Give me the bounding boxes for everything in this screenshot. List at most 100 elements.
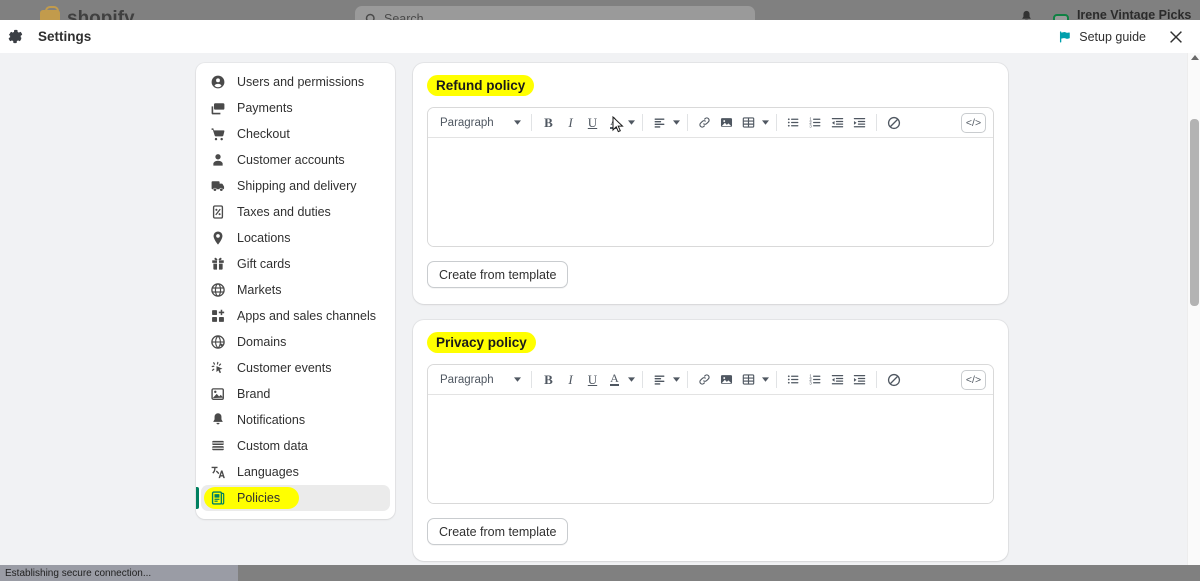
sidebar-item-users-and-permissions[interactable]: Users and permissions bbox=[201, 69, 390, 95]
image-icon[interactable] bbox=[716, 369, 737, 390]
text-color-icon[interactable]: A bbox=[604, 369, 625, 390]
clear-formatting-icon[interactable] bbox=[883, 112, 904, 133]
bulleted-list-icon[interactable] bbox=[783, 369, 804, 390]
sidebar-item-label: Checkout bbox=[237, 127, 290, 141]
editor-toolbar: Paragraph B I U A 1 2 3 </> bbox=[428, 108, 993, 138]
block-format-select[interactable]: Paragraph bbox=[433, 369, 525, 391]
user-circle-icon bbox=[209, 74, 226, 91]
numbered-list-icon[interactable]: 123 bbox=[805, 369, 826, 390]
numbered-list-icon[interactable]: 123 bbox=[805, 112, 826, 133]
sidebar-item-apps-and-sales-channels[interactable]: Apps and sales channels bbox=[201, 303, 390, 329]
outdent-icon[interactable] bbox=[827, 369, 848, 390]
text-color-dropdown-icon[interactable] bbox=[626, 369, 636, 390]
status-bar: Establishing secure connection... bbox=[0, 565, 238, 581]
sidebar-item-brand[interactable]: Brand bbox=[201, 381, 390, 407]
code-view-label: </> bbox=[965, 373, 982, 386]
indent-icon[interactable] bbox=[849, 369, 870, 390]
toolbar-separator bbox=[642, 371, 643, 388]
close-button[interactable] bbox=[1166, 27, 1186, 47]
align-icon[interactable] bbox=[649, 369, 670, 390]
sidebar-item-label: Policies bbox=[237, 491, 281, 505]
sidebar-item-locations[interactable]: Locations bbox=[201, 225, 390, 251]
underline-icon[interactable]: U bbox=[582, 112, 603, 133]
image-icon[interactable] bbox=[716, 112, 737, 133]
outdent-icon[interactable] bbox=[827, 112, 848, 133]
sidebar-item-policies[interactable]: Policies bbox=[196, 485, 390, 511]
block-format-label: Paragraph bbox=[440, 373, 494, 386]
setup-guide-label: Setup guide bbox=[1079, 29, 1146, 44]
bulleted-list-icon[interactable] bbox=[783, 112, 804, 133]
table-icon[interactable] bbox=[738, 112, 759, 133]
sidebar-item-checkout[interactable]: Checkout bbox=[201, 121, 390, 147]
vertical-scrollbar[interactable] bbox=[1187, 53, 1200, 565]
sidebar-item-label: Languages bbox=[237, 465, 299, 479]
sidebar-item-gift-cards[interactable]: Gift cards bbox=[201, 251, 390, 277]
svg-text:3: 3 bbox=[809, 124, 812, 129]
align-icon[interactable] bbox=[649, 112, 670, 133]
clear-formatting-icon[interactable] bbox=[883, 369, 904, 390]
editor-textarea[interactable] bbox=[428, 138, 993, 246]
map-pin-icon bbox=[209, 230, 226, 247]
block-format-select[interactable]: Paragraph bbox=[433, 112, 525, 134]
sidebar-item-customer-accounts[interactable]: Customer accounts bbox=[201, 147, 390, 173]
create-from-template-button[interactable]: Create from template bbox=[427, 261, 569, 288]
setup-guide-button[interactable]: Setup guide bbox=[1058, 30, 1146, 44]
settings-modal: Settings Setup guide Users and permissio… bbox=[0, 20, 1200, 565]
italic-icon[interactable]: I bbox=[560, 369, 581, 390]
html-code-view-button[interactable]: </> bbox=[961, 112, 986, 133]
table-icon[interactable] bbox=[738, 369, 759, 390]
sidebar-item-markets[interactable]: Markets bbox=[201, 277, 390, 303]
link-icon[interactable] bbox=[694, 369, 715, 390]
scroll-up-arrow-icon[interactable] bbox=[1191, 55, 1199, 60]
credit-card-icon bbox=[209, 100, 226, 117]
toolbar-separator bbox=[776, 114, 777, 131]
apps-plus-icon bbox=[209, 308, 226, 325]
sidebar-item-taxes-and-duties[interactable]: Taxes and duties bbox=[201, 199, 390, 225]
image-pencil-icon bbox=[209, 386, 226, 403]
toolbar-separator bbox=[531, 371, 532, 388]
settings-sidebar: Users and permissions Payments Checkout Cus… bbox=[196, 63, 395, 519]
sidebar-item-label: Payments bbox=[237, 101, 293, 115]
link-icon[interactable] bbox=[694, 112, 715, 133]
policy-sections: Refund policy Paragraph B I U A 1 2 3 </> Create f… bbox=[413, 63, 1183, 565]
gift-icon bbox=[209, 256, 226, 273]
toolbar-separator bbox=[687, 371, 688, 388]
bold-icon[interactable]: B bbox=[538, 112, 559, 133]
align-dropdown-icon[interactable] bbox=[671, 112, 681, 133]
close-icon bbox=[1170, 30, 1182, 43]
toolbar-separator bbox=[876, 114, 877, 131]
create-from-template-button[interactable]: Create from template bbox=[427, 518, 569, 545]
text-color-icon[interactable]: A bbox=[604, 112, 625, 133]
create-from-template-label: Create from template bbox=[439, 267, 557, 282]
html-code-view-button[interactable]: </> bbox=[961, 369, 986, 390]
table-dropdown-icon[interactable] bbox=[760, 112, 770, 133]
page-title: Settings bbox=[38, 29, 92, 44]
policy-title: Refund policy bbox=[427, 75, 535, 96]
card-title-row: Refund policy bbox=[427, 75, 994, 96]
toolbar-separator bbox=[531, 114, 532, 131]
policy-card: Refund policy Paragraph B I U A 1 2 3 </> Create f… bbox=[413, 63, 1008, 304]
sidebar-item-shipping-and-delivery[interactable]: Shipping and delivery bbox=[201, 173, 390, 199]
domain-globe-icon bbox=[209, 334, 226, 351]
bold-icon[interactable]: B bbox=[538, 369, 559, 390]
sidebar-item-domains[interactable]: Domains bbox=[201, 329, 390, 355]
scrollbar-thumb[interactable] bbox=[1190, 119, 1199, 306]
editor-textarea[interactable] bbox=[428, 395, 993, 503]
code-view-label: </> bbox=[965, 116, 982, 129]
table-dropdown-icon[interactable] bbox=[760, 369, 770, 390]
sidebar-item-label: Shipping and delivery bbox=[237, 179, 357, 193]
sidebar-item-custom-data[interactable]: Custom data bbox=[201, 433, 390, 459]
underline-icon[interactable]: U bbox=[582, 369, 603, 390]
sidebar-item-languages[interactable]: Languages bbox=[201, 459, 390, 485]
database-icon bbox=[209, 438, 226, 455]
policy-card: Privacy policy Paragraph B I U A 1 2 3 </> Create … bbox=[413, 320, 1008, 561]
sidebar-item-notifications[interactable]: Notifications bbox=[201, 407, 390, 433]
text-color-dropdown-icon[interactable] bbox=[626, 112, 636, 133]
indent-icon[interactable] bbox=[849, 112, 870, 133]
bell-icon bbox=[209, 412, 226, 429]
sidebar-item-customer-events[interactable]: Customer events bbox=[201, 355, 390, 381]
sidebar-item-payments[interactable]: Payments bbox=[201, 95, 390, 121]
sidebar-item-label: Taxes and duties bbox=[237, 205, 331, 219]
align-dropdown-icon[interactable] bbox=[671, 369, 681, 390]
italic-icon[interactable]: I bbox=[560, 112, 581, 133]
